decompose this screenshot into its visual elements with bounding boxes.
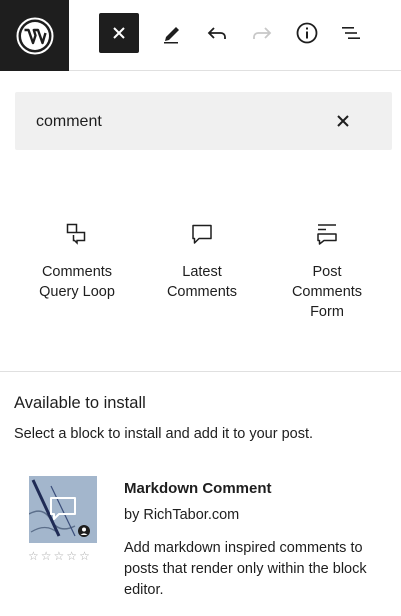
block-label: Latest	[182, 264, 222, 280]
block-latest-comments[interactable]: Latest Comments	[147, 215, 257, 302]
block-label: Form	[310, 304, 344, 320]
search-input[interactable]: comment	[36, 113, 102, 131]
star-empty-icon: ☆	[53, 549, 65, 563]
available-to-install-heading: Available to install	[14, 394, 146, 412]
star-empty-icon: ☆	[79, 549, 90, 563]
plugin-author: by RichTabor.com	[124, 507, 240, 523]
clear-search-button[interactable]	[331, 109, 355, 133]
available-to-install-description: Select a block to install and add it to …	[14, 426, 314, 442]
pencil-icon	[164, 27, 179, 44]
plugin-name[interactable]: Markdown Comment	[124, 480, 272, 497]
tools-button[interactable]	[152, 13, 192, 53]
plugin-rating: ☆ ☆ ☆ ☆ ☆	[28, 550, 90, 562]
block-label: Comments	[41, 264, 113, 280]
star-empty-icon: ☆	[28, 549, 39, 563]
block-label: Comments	[291, 284, 363, 300]
plugin-thumbnail[interactable]	[29, 476, 97, 543]
plugin-description: Add markdown inspired comments to posts …	[124, 540, 367, 598]
wordpress-logo-icon[interactable]	[0, 0, 69, 71]
post-comments-form-icon	[317, 224, 337, 245]
comment-bubble-icon	[192, 224, 212, 244]
undo-icon	[207, 27, 226, 39]
details-button[interactable]	[287, 13, 327, 53]
close-inserter-button[interactable]	[99, 13, 139, 53]
block-search: comment	[15, 92, 392, 150]
close-icon	[113, 27, 125, 39]
close-icon	[337, 115, 349, 127]
star-empty-icon: ☆	[66, 549, 78, 563]
section-divider	[0, 371, 401, 372]
star-empty-icon: ☆	[40, 549, 52, 563]
block-label: Post	[312, 264, 342, 280]
comments-query-loop-icon	[66, 223, 86, 245]
block-label: Query Loop	[39, 284, 115, 300]
undo-button[interactable]	[197, 13, 237, 53]
editor-header	[0, 0, 401, 71]
redo-icon	[253, 27, 272, 39]
info-icon	[296, 22, 318, 44]
list-view-icon	[342, 27, 360, 39]
block-post-comments-form[interactable]: Post Comments Form	[272, 215, 382, 322]
block-comments-query-loop[interactable]: Comments Query Loop	[22, 215, 132, 302]
redo-button[interactable]	[242, 13, 282, 53]
block-label: Comments	[166, 284, 238, 300]
list-view-button[interactable]	[331, 13, 371, 53]
